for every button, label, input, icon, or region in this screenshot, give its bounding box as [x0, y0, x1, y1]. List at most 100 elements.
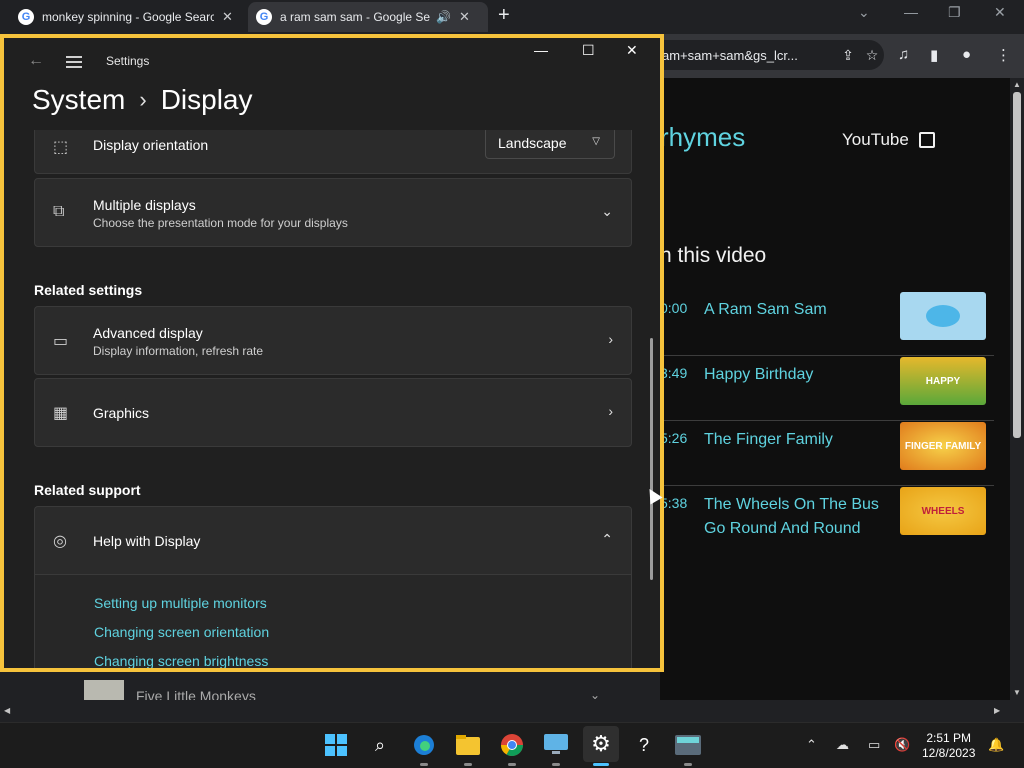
settings-close-button[interactable]: ✕: [626, 42, 638, 59]
clock[interactable]: 2:51 PM 12/8/2023: [922, 731, 975, 761]
multiple-displays-title: Multiple displays: [93, 197, 196, 213]
breadcrumb-separator: ›: [139, 87, 147, 112]
chevron-down-icon: ▽: [592, 136, 600, 147]
settings-title-bar: ← Settings — ☐ ✕ System › Display: [4, 38, 660, 134]
chapter-title: A Ram Sam Sam: [704, 301, 827, 318]
scroll-left-arrow-icon[interactable]: ◀: [4, 706, 10, 715]
media-control-icon[interactable]: ♫: [898, 46, 909, 63]
share-icon[interactable]: ⇪: [836, 47, 860, 64]
chapter-item[interactable]: 5:38 The Wheels On The Bus Go Round And …: [660, 487, 994, 551]
running-indicator: [552, 763, 560, 766]
browser-tab-monkey-spinning[interactable]: G monkey spinning - Google Searc ✕: [10, 2, 246, 32]
browser-minimize-button[interactable]: —: [904, 4, 918, 20]
youtube-page: rhymes YouTube n this video 0:00 A Ram S…: [660, 78, 1010, 700]
graphics-card[interactable]: ▦ Graphics ›: [34, 378, 632, 447]
chapter-time: 3:49: [660, 365, 688, 381]
taskbar: ⌕ ⚙ ? ⌃ ☁ ▭ 🔇 2:51 PM 12/8/2023 �: [0, 722, 1024, 768]
address-bar[interactable]: am+sam+sam&gs_lcr... ⇪ ☆: [660, 40, 884, 70]
next-video-row[interactable]: Five Little Monkeys ⌄: [84, 678, 640, 704]
cloud-character-icon: [926, 305, 960, 327]
orientation-icon: ⬚: [53, 139, 69, 156]
multiple-displays-card[interactable]: ⧉ Multiple displays Choose the presentat…: [34, 178, 632, 247]
tab-search-icon[interactable]: ⌄: [858, 4, 870, 21]
active-indicator: [593, 763, 609, 766]
advanced-display-card[interactable]: ▭ Advanced display Display information, …: [34, 306, 632, 375]
get-help-icon[interactable]: ?: [630, 731, 658, 759]
volume-muted-icon[interactable]: 🔇: [894, 737, 910, 753]
search-icon[interactable]: ⌕: [366, 731, 394, 759]
external-link-icon: [918, 132, 935, 148]
browser-tab-a-ram-sam-sam[interactable]: G a ram sam sam - Google Se 🔊 ✕: [248, 2, 488, 32]
help-link-multiple-monitors[interactable]: Setting up multiple monitors: [94, 595, 267, 611]
scroll-down-arrow-icon[interactable]: ▼: [1013, 688, 1021, 697]
graphics-card-icon: ▦: [53, 405, 69, 422]
scroll-up-arrow-icon[interactable]: ▲: [1013, 80, 1021, 89]
advanced-display-title: Advanced display: [93, 325, 203, 341]
channel-title: rhymes: [660, 122, 746, 152]
address-url: am+sam+sam&gs_lcr...: [662, 47, 798, 63]
notification-bell-icon[interactable]: 🔔: [988, 737, 1004, 753]
file-explorer-icon[interactable]: [454, 731, 482, 759]
page-horizontal-scrollbar[interactable]: ◀ ▶: [0, 700, 1024, 724]
chevron-down-icon: ⌄: [601, 203, 613, 219]
new-tab-button[interactable]: +: [498, 4, 510, 27]
in-this-video-heading: n this video: [660, 244, 767, 267]
video-thumbnail: [84, 680, 124, 702]
help-link-screen-orientation[interactable]: Changing screen orientation: [94, 624, 269, 640]
hamburger-menu-icon[interactable]: [66, 56, 82, 68]
profile-icon[interactable]: ●: [962, 46, 971, 63]
chapter-item[interactable]: 3:49 Happy Birthday HAPPY: [660, 357, 994, 421]
page-vertical-scrollbar[interactable]: ▲ ▼: [1010, 78, 1024, 700]
scroll-right-arrow-icon[interactable]: ▶: [994, 706, 1000, 715]
settings-gear-icon[interactable]: ⚙: [583, 726, 619, 762]
chevron-right-icon: ›: [608, 403, 613, 419]
youtube-link-label: YouTube: [842, 130, 909, 149]
desktop-screen: G monkey spinning - Google Searc ✕ G a r…: [0, 0, 1024, 768]
onedrive-cloud-icon[interactable]: ☁: [836, 737, 849, 753]
running-indicator: [464, 763, 472, 766]
running-indicator: [684, 763, 692, 766]
breadcrumb-system[interactable]: System: [32, 84, 125, 116]
tab-close-icon[interactable]: ✕: [222, 9, 233, 25]
chapter-item[interactable]: 0:00 A Ram Sam Sam: [660, 292, 994, 356]
globe-icon: ◎: [53, 533, 67, 550]
chapter-title: The Finger Family: [704, 431, 833, 448]
multiple-displays-subtitle: Choose the presentation mode for your di…: [93, 216, 348, 230]
laptop-icon: ▭: [53, 333, 69, 350]
help-link-screen-brightness[interactable]: Changing screen brightness: [94, 653, 268, 668]
more-menu-icon[interactable]: ⋮: [996, 46, 1011, 64]
settings-scrollbar[interactable]: [650, 338, 653, 580]
chapter-thumbnail: [900, 292, 986, 340]
side-panel-icon[interactable]: ▮: [930, 46, 938, 64]
show-hidden-icons-chevron-icon[interactable]: ⌃: [806, 737, 817, 753]
related-settings-heading: Related settings: [34, 282, 143, 298]
back-arrow-icon[interactable]: ←: [28, 52, 44, 70]
browser-close-button[interactable]: ✕: [994, 4, 1006, 21]
speaker-icon[interactable]: 🔊: [436, 10, 451, 24]
orientation-dropdown[interactable]: Landscape ▽: [485, 130, 615, 159]
chrome-icon[interactable]: [498, 731, 526, 759]
chapter-item[interactable]: 5:26 The Finger Family FINGER FAMILY: [660, 422, 994, 486]
scrollbar-thumb[interactable]: [1013, 92, 1021, 438]
browser-tab-strip: G monkey spinning - Google Searc ✕ G a r…: [0, 0, 1024, 34]
edge-browser-icon[interactable]: [410, 731, 438, 759]
bookmark-star-icon[interactable]: ☆: [860, 47, 884, 64]
help-with-display-card[interactable]: ◎ Help with Display ⌃: [34, 506, 632, 575]
help-links-panel: Setting up multiple monitors Changing sc…: [34, 575, 632, 668]
settings-maximize-button[interactable]: ☐: [582, 42, 595, 59]
settings-minimize-button[interactable]: —: [534, 42, 548, 58]
chevron-right-icon: ›: [608, 331, 613, 347]
browser-restore-button[interactable]: ❐: [948, 4, 961, 21]
youtube-link[interactable]: YouTube: [842, 130, 935, 150]
chapter-time: 0:00: [660, 300, 688, 316]
tab-close-icon[interactable]: ✕: [459, 9, 470, 25]
display-orientation-label: Display orientation: [93, 137, 209, 153]
start-windows-icon[interactable]: [322, 731, 350, 759]
terminal-app-icon[interactable]: [674, 731, 702, 759]
breadcrumb-display: Display: [160, 84, 253, 115]
chapter-thumbnail: HAPPY: [900, 357, 986, 405]
multiple-displays-icon: ⧉: [53, 203, 65, 220]
network-icon[interactable]: ▭: [868, 737, 880, 753]
remote-desktop-icon[interactable]: [542, 731, 570, 759]
tab-title: monkey spinning - Google Searc: [42, 10, 214, 24]
